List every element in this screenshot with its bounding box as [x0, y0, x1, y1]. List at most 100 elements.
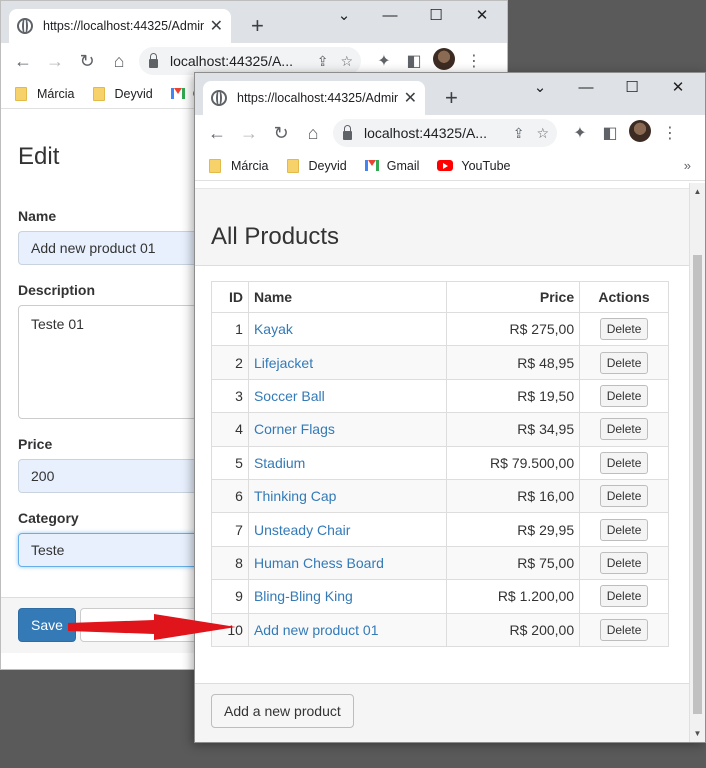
product-id: 6 — [211, 478, 249, 514]
delete-button[interactable]: Delete — [599, 384, 649, 407]
delete-button[interactable]: Delete — [599, 518, 649, 541]
delete-button[interactable]: Delete — [599, 418, 649, 441]
globe-icon — [211, 90, 227, 106]
scroll-thumb[interactable] — [693, 255, 702, 714]
reload-icon[interactable]: ↻ — [71, 51, 103, 72]
price-label: Price — [18, 436, 53, 452]
product-actions: Delete — [579, 378, 669, 414]
more-bookmarks-icon[interactable]: » — [684, 158, 691, 173]
tab-strip: https://localhost:44325/Admin/ ✕ + ⌄ — ☐… — [1, 1, 507, 43]
forward-icon[interactable]: → — [233, 123, 265, 144]
product-name-link[interactable]: Corner Flags — [254, 421, 335, 437]
home-icon[interactable]: ⌂ — [297, 123, 329, 144]
home-icon[interactable]: ⌂ — [103, 51, 135, 72]
product-name-link[interactable]: Soccer Ball — [254, 388, 325, 404]
product-id: 8 — [211, 545, 249, 581]
sidepanel-icon[interactable]: ◧ — [399, 51, 429, 71]
tab-title: https://localhost:44325/Admin/ — [43, 19, 204, 33]
delete-button[interactable]: Delete — [599, 485, 649, 508]
delete-button[interactable]: Delete — [599, 351, 649, 374]
page-title: Edit — [18, 143, 60, 170]
product-name-cell: Lifejacket — [247, 345, 448, 380]
product-name-link[interactable]: Stadium — [254, 455, 305, 471]
minimize-icon[interactable]: — — [563, 73, 609, 105]
header-name: Name — [247, 281, 448, 313]
gmail-icon — [364, 160, 379, 171]
product-name-cell: Bling-Bling King — [247, 579, 448, 614]
browser-tab[interactable]: https://localhost:44325/Admin/ ✕ — [9, 9, 231, 43]
avatar[interactable] — [625, 119, 655, 147]
star-icon[interactable]: ☆ — [340, 53, 353, 70]
delete-button[interactable]: Delete — [599, 551, 649, 574]
product-actions: Delete — [579, 579, 669, 614]
product-price: R$ 75,00 — [446, 545, 581, 581]
share-icon[interactable]: ⇪ — [317, 53, 329, 70]
star-icon[interactable]: ☆ — [536, 125, 549, 142]
scrollbar[interactable]: ▲ ▼ — [689, 183, 705, 742]
delete-button[interactable]: Delete — [599, 318, 649, 341]
product-id: 9 — [211, 579, 249, 614]
bookmark-youtube[interactable]: YouTube — [437, 159, 511, 173]
product-name-link[interactable]: Unsteady Chair — [254, 522, 351, 538]
header-actions: Actions — [579, 281, 669, 313]
tab-strip: https://localhost:44325/Admin/ ✕ + ⌄ — ☐… — [195, 73, 705, 115]
plus-icon[interactable]: + — [251, 9, 264, 43]
header-price: Price — [446, 281, 581, 313]
bookmark-marcia[interactable]: Márcia — [209, 158, 269, 173]
menu-icon[interactable]: ⋮ — [459, 51, 489, 71]
product-name-cell: Stadium — [247, 445, 448, 480]
plus-icon[interactable]: + — [445, 81, 458, 115]
close-icon[interactable]: ✕ — [210, 16, 223, 36]
product-name-link[interactable]: Lifejacket — [254, 355, 313, 371]
minimize-icon[interactable]: — — [367, 1, 413, 33]
reload-icon[interactable]: ↻ — [265, 123, 297, 144]
url-text: localhost:44325/A... — [364, 125, 487, 141]
product-name-link[interactable]: Add new product 01 — [254, 622, 379, 638]
avatar[interactable] — [429, 47, 459, 75]
delete-button[interactable]: Delete — [599, 451, 649, 474]
product-name-link[interactable]: Bling-Bling King — [254, 588, 353, 604]
bookmark-deyvid[interactable]: Deyvid — [92, 86, 153, 101]
close-window-icon[interactable]: ✕ — [459, 1, 505, 33]
bookmark-gmail[interactable]: Gmail — [364, 159, 419, 173]
delete-button[interactable]: Delete — [599, 585, 649, 608]
product-name-link[interactable]: Kayak — [254, 321, 293, 337]
forward-icon[interactable]: → — [39, 51, 71, 72]
back-icon[interactable]: ← — [201, 123, 233, 144]
product-name-cell: Unsteady Chair — [247, 512, 448, 547]
bookmark-marcia[interactable]: Márcia — [15, 86, 75, 101]
menu-icon[interactable]: ⋮ — [655, 123, 685, 143]
add-product-button[interactable]: Add a new product — [211, 694, 354, 728]
panel-heading: All Products — [195, 188, 689, 266]
tab-search-icon[interactable]: ⌄ — [517, 73, 563, 105]
product-name-link[interactable]: Human Chess Board — [254, 555, 384, 571]
delete-button[interactable]: Delete — [599, 618, 649, 641]
product-id: 3 — [211, 378, 249, 414]
header-id: ID — [211, 281, 249, 313]
folder-icon — [92, 86, 105, 101]
product-name-link[interactable]: Thinking Cap — [254, 488, 337, 504]
bookmark-deyvid[interactable]: Deyvid — [286, 158, 347, 173]
maximize-icon[interactable]: ☐ — [413, 1, 459, 33]
tab-search-icon[interactable]: ⌄ — [321, 1, 367, 33]
back-icon[interactable]: ← — [7, 51, 39, 72]
table-row: 2 Lifejacket R$ 48,95 Delete — [211, 345, 669, 380]
address-bar[interactable]: localhost:44325/A... ⇪ ☆ — [139, 47, 361, 75]
table-row: 7 Unsteady Chair R$ 29,95 Delete — [211, 512, 669, 547]
scroll-up-icon[interactable]: ▲ — [690, 187, 705, 196]
product-price: R$ 16,00 — [446, 478, 581, 514]
browser-tab[interactable]: https://localhost:44325/Admin/ ✕ — [203, 81, 425, 115]
extensions-icon[interactable]: ✦ — [369, 51, 399, 71]
table-row: 8 Human Chess Board R$ 75,00 Delete — [211, 545, 669, 581]
sidepanel-icon[interactable]: ◧ — [595, 123, 625, 143]
lock-icon[interactable] — [343, 124, 352, 140]
scroll-down-icon[interactable]: ▼ — [690, 729, 705, 738]
close-window-icon[interactable]: ✕ — [655, 73, 701, 105]
lock-icon[interactable] — [149, 52, 158, 68]
extensions-icon[interactable]: ✦ — [565, 123, 595, 143]
share-icon[interactable]: ⇪ — [513, 125, 525, 142]
product-actions: Delete — [579, 412, 669, 447]
maximize-icon[interactable]: ☐ — [609, 73, 655, 105]
address-bar[interactable]: localhost:44325/A... ⇪ ☆ — [333, 119, 557, 147]
close-icon[interactable]: ✕ — [404, 88, 417, 108]
